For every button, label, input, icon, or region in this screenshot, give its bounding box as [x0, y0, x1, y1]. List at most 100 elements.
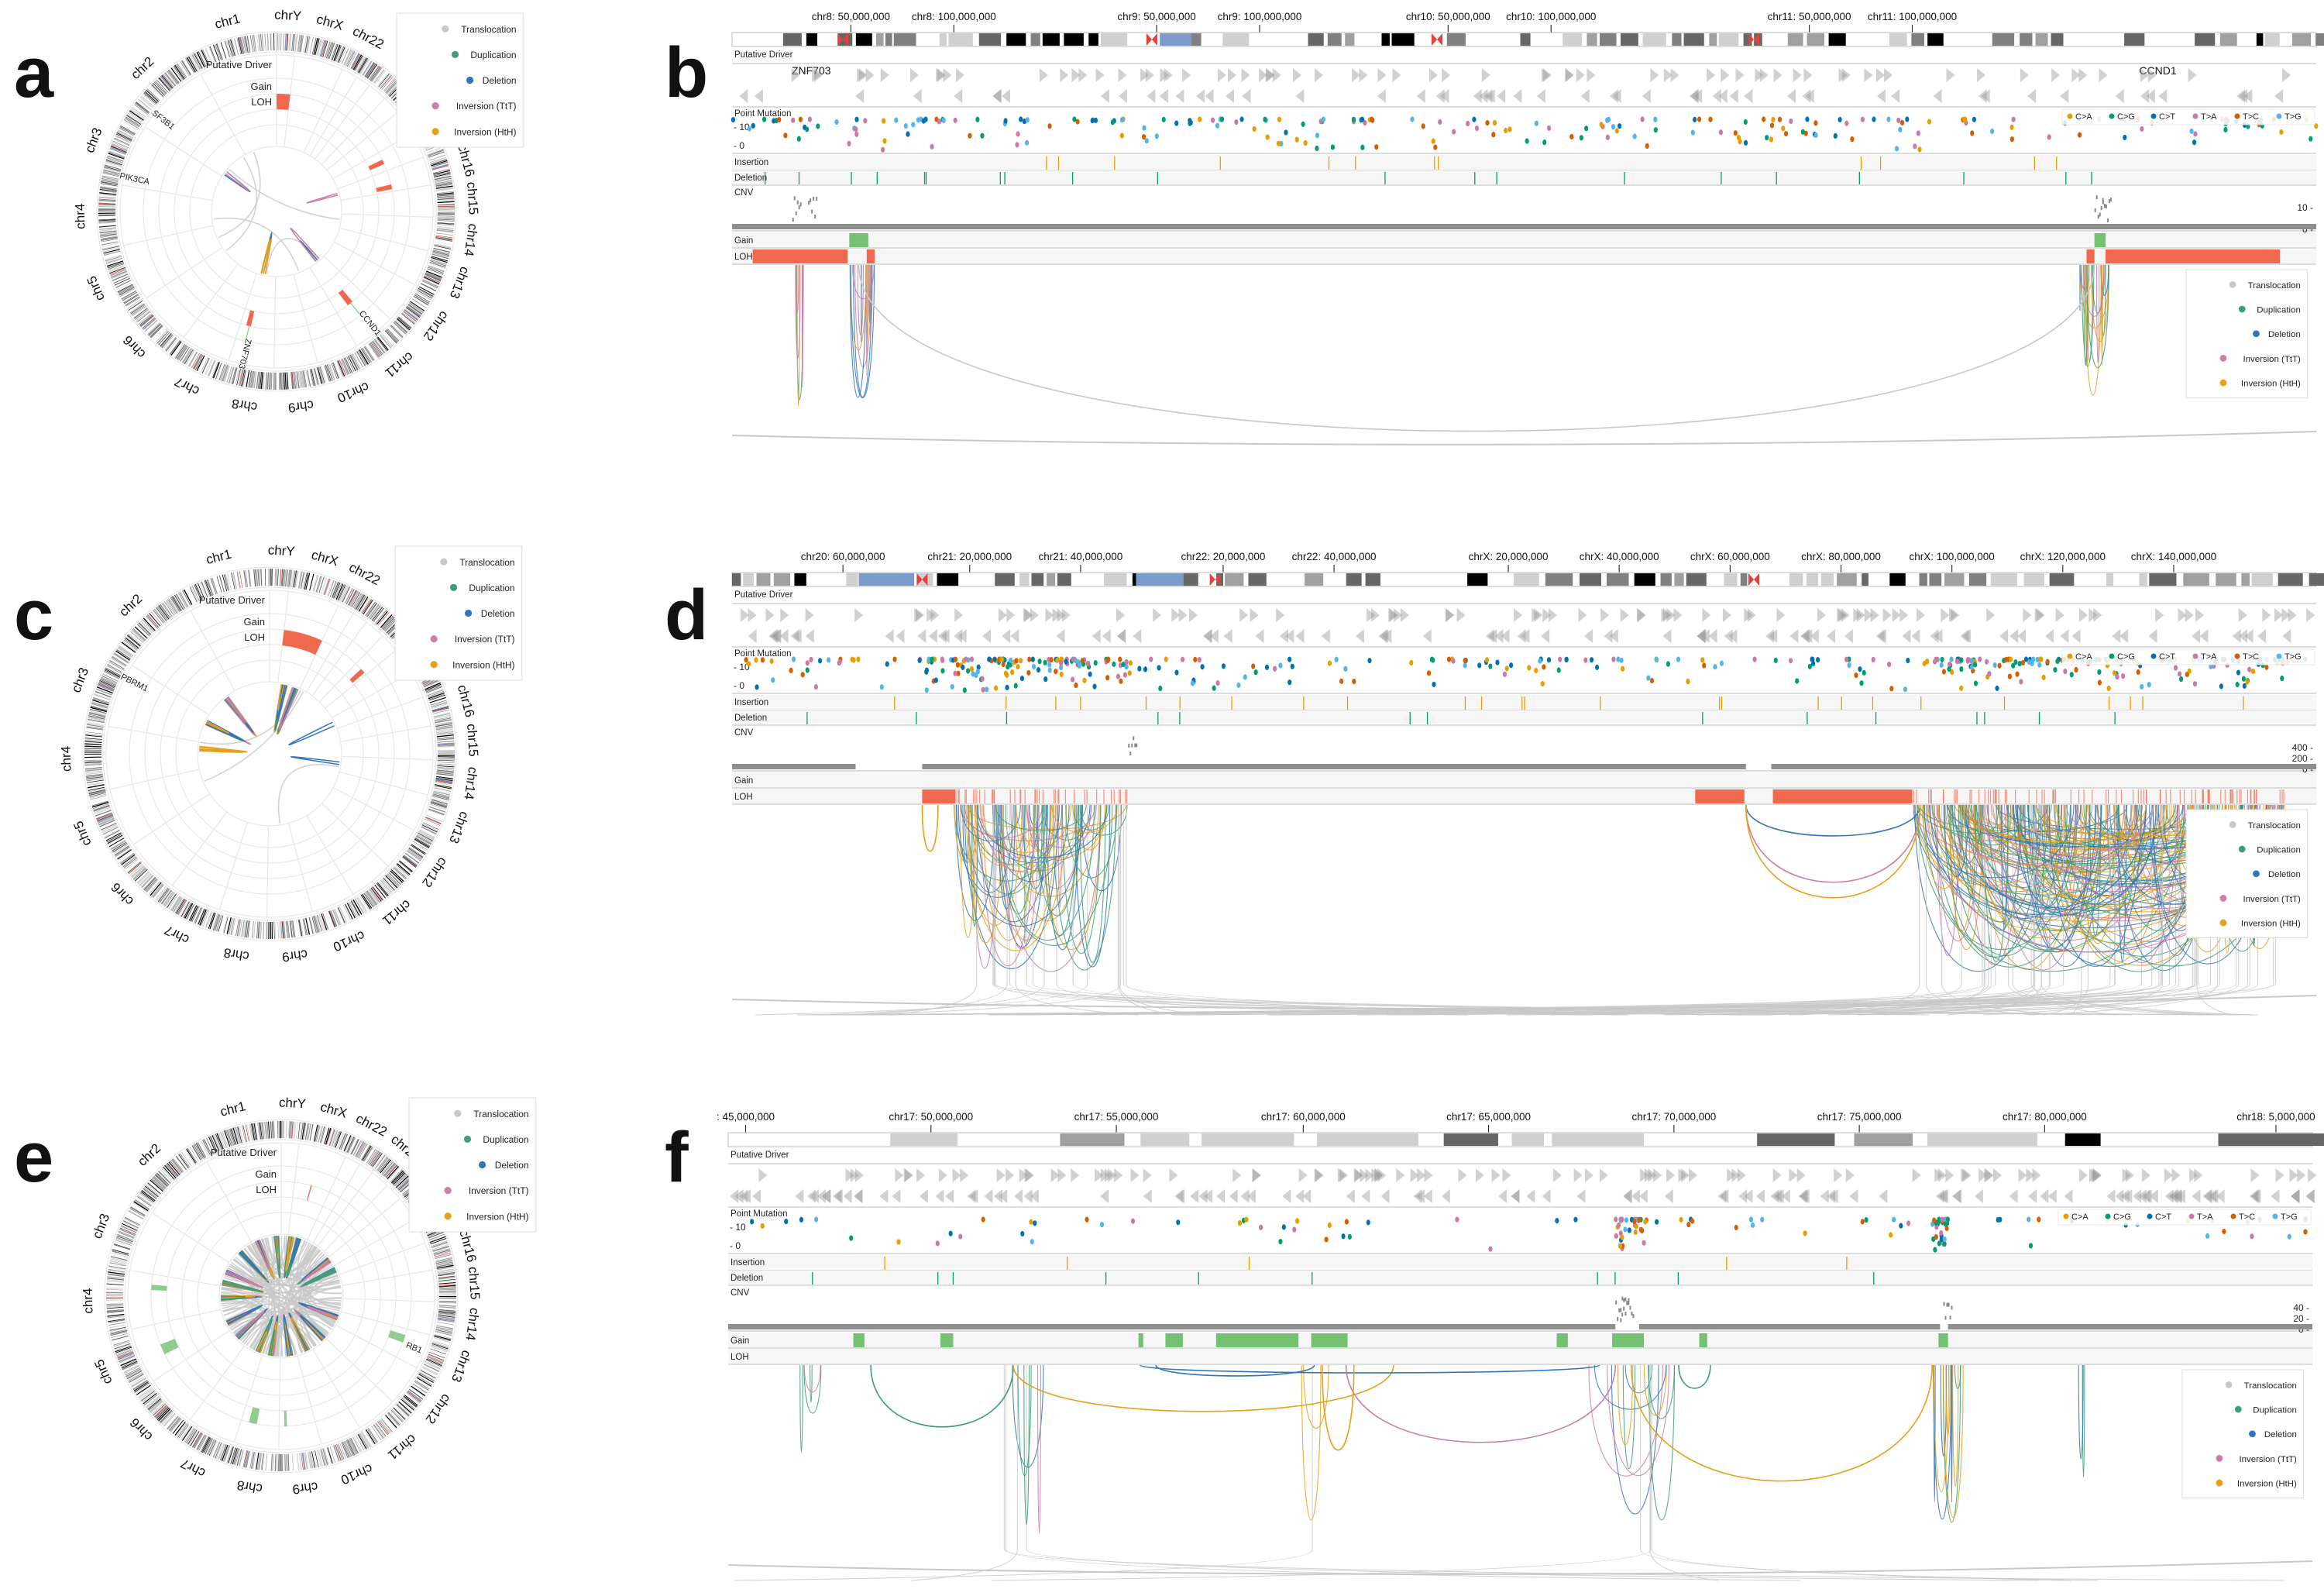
chromosome-chr16 [425, 149, 455, 184]
cytoband [1968, 573, 1987, 586]
mutation-dot [2053, 666, 2058, 673]
axis-tick-label: chr10: 50,000,000 [1406, 11, 1490, 22]
mutation-dot [800, 672, 805, 678]
cnv-axis-label: 400 - [2292, 742, 2313, 753]
mutation-dot [769, 658, 774, 664]
mutation-dot [1502, 671, 1508, 677]
chromosome-chr3 [106, 1200, 150, 1270]
mutation-dot [1086, 660, 1091, 666]
mutation-dot [1112, 661, 1116, 667]
legend-swatch-icon [2253, 330, 2260, 338]
chromosome-chrY [281, 1119, 302, 1141]
translocation-line [1126, 805, 1629, 1016]
translocation-line [1117, 805, 1177, 1016]
cytoband [1308, 33, 1324, 46]
chromosome-label: chr5 [70, 819, 94, 848]
structural-variant-arcs [199, 684, 340, 824]
mutation-dot [798, 116, 803, 122]
cytoband [280, 1453, 281, 1471]
ring-label: Gain [251, 81, 272, 92]
mutation-dot [950, 683, 954, 690]
chromosome-separator [341, 755, 433, 761]
mutation-dot [1352, 678, 1356, 685]
mutation-dot [755, 684, 759, 690]
mutation-dot [783, 132, 788, 139]
mutation-dot [1781, 126, 1786, 132]
mutation-dot [1198, 116, 1202, 122]
mutation-dot [1071, 656, 1075, 662]
mutation-dot [1871, 656, 1875, 663]
chromosome-chrY [277, 31, 297, 53]
mutation-dot [2121, 673, 2126, 679]
cytoband [2195, 33, 2216, 46]
mutation-dot [1243, 674, 1247, 680]
gain-segment [284, 1410, 287, 1426]
gene-track [732, 65, 2316, 107]
legend-swatch-icon [444, 1212, 452, 1220]
mutation-dot [1509, 662, 1514, 669]
chromosome-chrX [299, 1120, 356, 1155]
mutation-dot [1718, 129, 1724, 136]
mutation-dot [924, 687, 929, 693]
mutation-dot [1144, 138, 1149, 144]
mutation-dot [1122, 672, 1127, 678]
cytoband [1686, 573, 1707, 586]
mutation-dot [985, 686, 989, 693]
linear-view-d: chr20: 60,000,000 chr21: 20,000,000 chr21:… [731, 551, 2324, 1016]
mutation-dot [2063, 669, 2068, 675]
mutation-dot [981, 686, 985, 693]
mutation-dot [1959, 657, 1964, 663]
legend-swatch-icon [430, 635, 438, 643]
mutation-dot [1619, 657, 1624, 663]
gain-segment [350, 302, 361, 316]
translocation-line [1119, 805, 1208, 1016]
driver-gene-label: CCND1 [357, 309, 383, 338]
legend-label: Translocation [459, 557, 514, 568]
mutation-dot [1508, 126, 1512, 132]
cytoband [1674, 573, 1684, 586]
mutation-dot [1049, 657, 1054, 663]
mutation-dot [813, 683, 818, 690]
mutation-legend-label: T>C [2243, 112, 2259, 122]
mutation-dot [1015, 142, 1019, 148]
mutation-dot [1762, 116, 1766, 122]
mutation-dot [1854, 672, 1858, 679]
mutation-dot [1542, 664, 1546, 670]
cytoband [1563, 33, 1583, 46]
mutation-dot [1142, 134, 1147, 140]
cytoband [2256, 33, 2264, 46]
mutation-dot [1273, 666, 1277, 672]
mutation-dot [2019, 679, 2023, 685]
intra-sv-arc [288, 721, 335, 746]
cytoband [1911, 33, 1924, 46]
chromosome-label: chr5 [91, 1357, 115, 1387]
cytoband [1030, 33, 1040, 46]
cytoband [1820, 573, 1834, 586]
axis-tick-label: chr11: 50,000,000 [1768, 11, 1851, 22]
chromosome-label: chr3 [90, 1212, 113, 1241]
cytoband [268, 569, 270, 586]
legend-label: Translocation [461, 24, 516, 35]
cytoband [1064, 33, 1084, 46]
mutation-dot [1611, 656, 1616, 662]
mutation-dot [1599, 122, 1604, 128]
mutation-dot [2123, 134, 2127, 141]
gain-segment [2094, 233, 2106, 247]
chromosome-chr10 [318, 348, 369, 386]
cytoband [84, 752, 102, 754]
chromosome-separator [337, 696, 424, 730]
mutation-dot [854, 126, 858, 132]
track-label-deletion: Deletion [734, 174, 767, 183]
mutation-dot [816, 123, 820, 129]
cnv-baseline [732, 224, 2316, 229]
mutation-dot [2280, 675, 2284, 682]
deletion-track [732, 170, 2316, 185]
point-axis-label: - 10 [734, 122, 750, 132]
mutation-dot [1708, 116, 1713, 122]
cytoband [806, 33, 818, 46]
driver-gene-label: PIK3CA [119, 171, 150, 187]
mutation-dot [854, 131, 859, 137]
mutation-dot [1940, 656, 1944, 662]
mutation-legend-label: C>G [2117, 112, 2135, 122]
mutation-dot [791, 656, 796, 662]
